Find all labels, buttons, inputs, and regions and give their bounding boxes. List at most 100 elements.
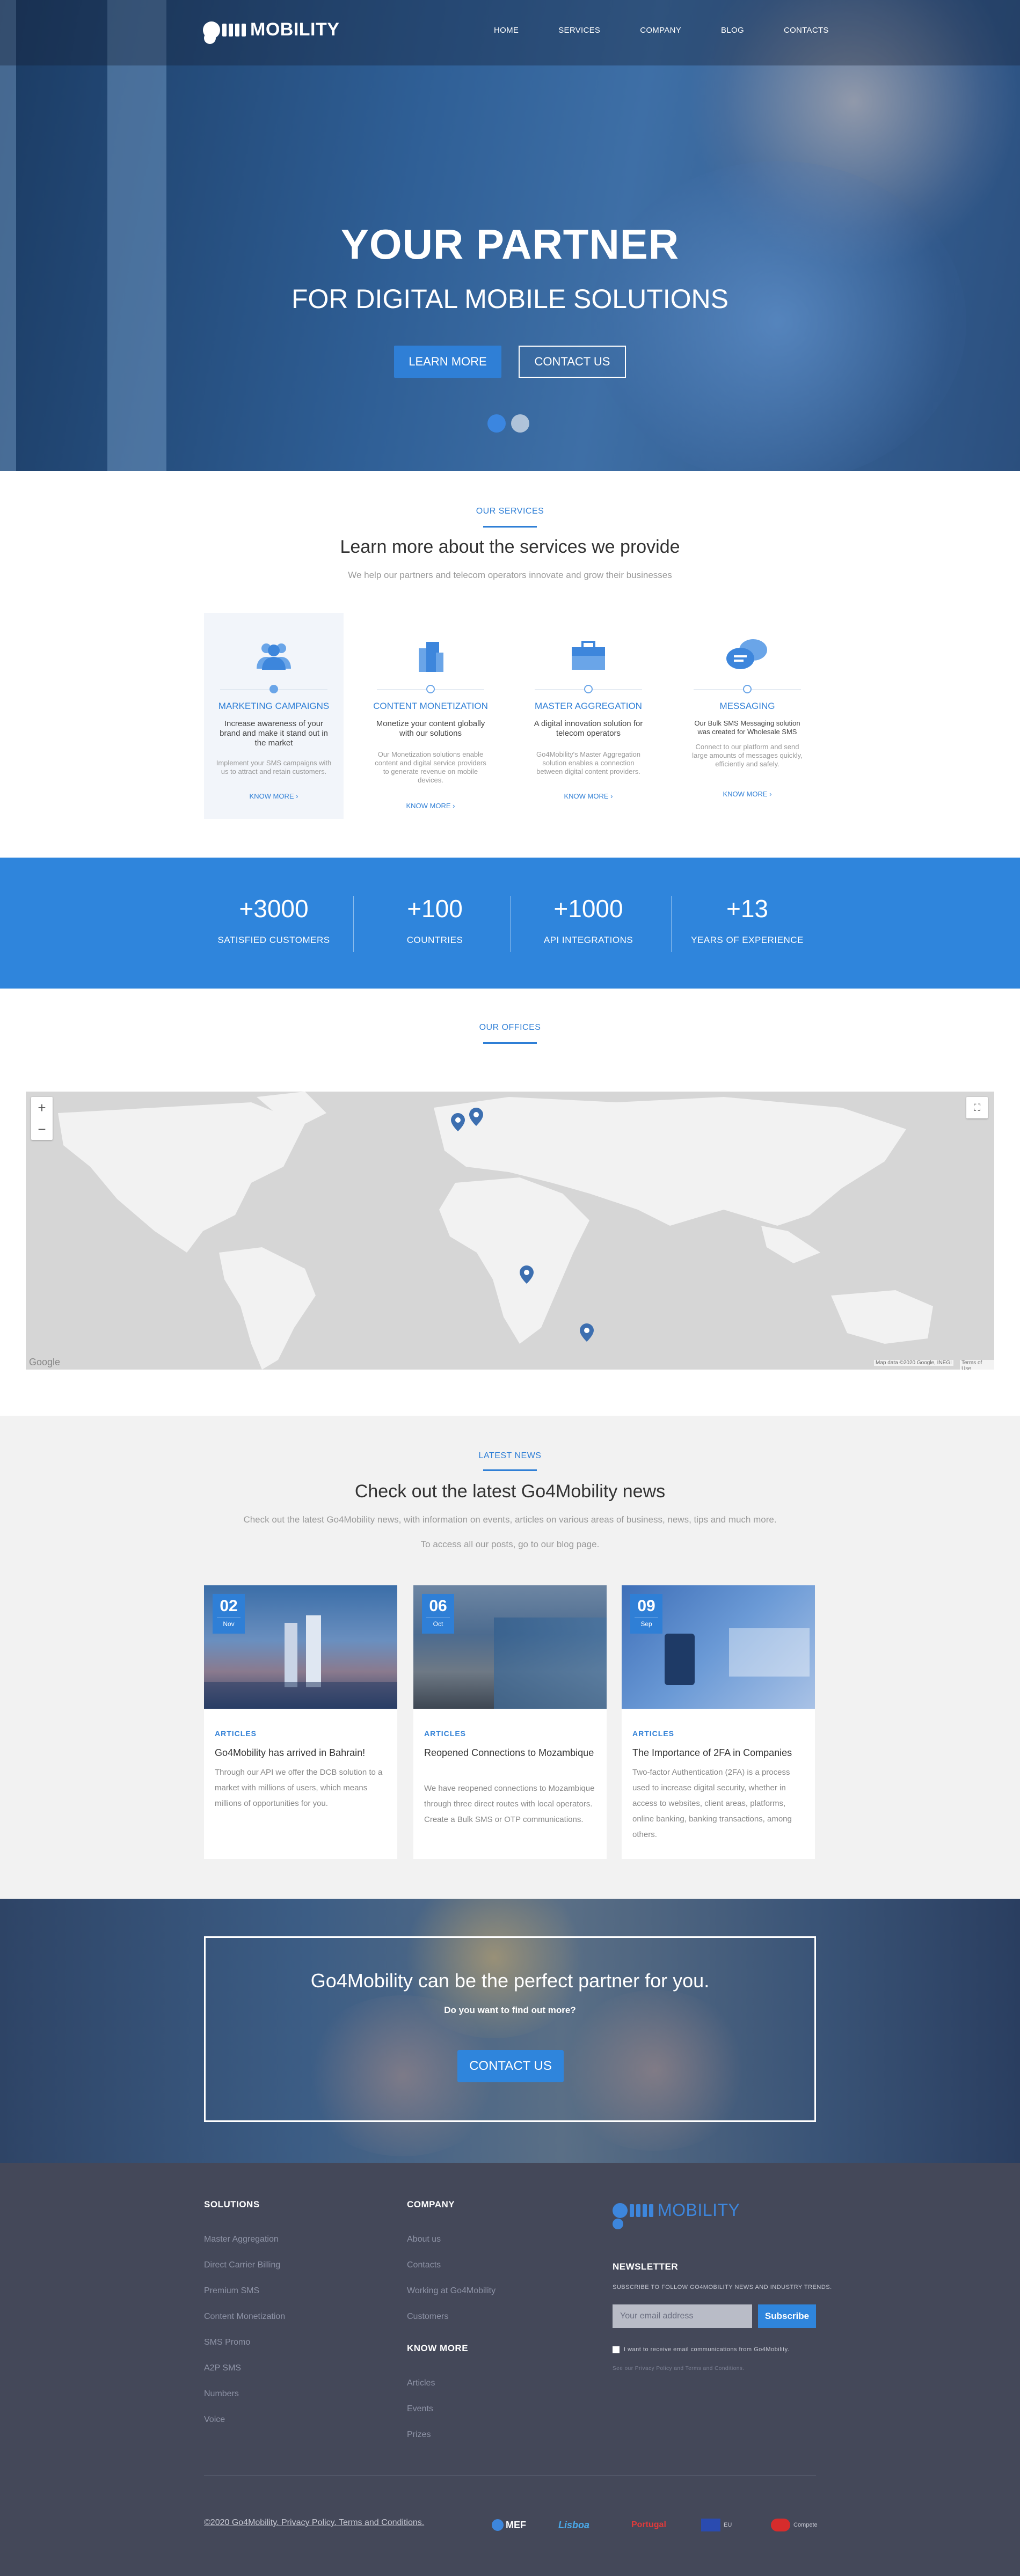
news-card-title[interactable]: Go4Mobility has arrived in Bahrain! <box>215 1745 387 1760</box>
footer-link[interactable]: Voice <box>204 2415 225 2425</box>
newsletter-heading: NEWSLETTER <box>613 2262 679 2272</box>
partner-logo-compete: Compete <box>771 2517 818 2533</box>
service-card-aggregation[interactable]: MASTER AGGREGATION A digital innovation … <box>519 613 658 819</box>
stat-value: +100 <box>407 895 463 923</box>
cta-subtitle: Do you want to find out more? <box>444 2005 576 2015</box>
chat-bubbles-icon <box>677 634 817 677</box>
news-category: ARTICLES <box>215 1729 257 1738</box>
footer-link[interactable]: About us <box>407 2235 441 2244</box>
subscribe-button[interactable]: Subscribe <box>758 2304 816 2328</box>
hero-contact-us-button[interactable]: CONTACT US <box>519 346 626 378</box>
news-date-badge: 02 Nov <box>213 1594 245 1634</box>
stat-divider <box>510 896 511 952</box>
news-card-title[interactable]: The Importance of 2FA in Companies <box>632 1745 804 1760</box>
service-description: Increase awareness of your brand and mak… <box>220 719 328 748</box>
news-title: Check out the latest Go4Mobility news <box>354 1481 666 1502</box>
hero-title: YOUR PARTNER <box>340 221 680 268</box>
news-excerpt: Two-factor Authentication (2FA) is a pro… <box>632 1768 792 1839</box>
map-pin-icon[interactable] <box>580 1323 594 1342</box>
hero-slider-dots <box>487 414 529 433</box>
cta-contact-us-button[interactable]: CONTACT US <box>457 2050 564 2082</box>
news-category: ARTICLES <box>632 1729 674 1738</box>
nav-blog[interactable]: BLOG <box>721 26 744 35</box>
footer-link[interactable]: Working at Go4Mobility <box>407 2286 496 2296</box>
map-pin-icon[interactable] <box>451 1113 465 1131</box>
learn-more-button[interactable]: LEARN MORE <box>394 346 501 378</box>
slider-dot-1[interactable] <box>487 414 506 433</box>
footer-link[interactable]: Articles <box>407 2379 435 2388</box>
map-pin-icon[interactable] <box>469 1108 483 1126</box>
hero-background-glow <box>591 161 966 471</box>
news-card[interactable]: 02 Nov ARTICLES Go4Mobility has arrived i… <box>204 1585 397 1859</box>
map-terms-link[interactable]: Terms of Use <box>960 1360 994 1370</box>
footer-company-heading: COMPANY <box>407 2199 455 2209</box>
footer-link[interactable]: Prizes <box>407 2430 431 2440</box>
nav-company[interactable]: COMPANY <box>640 26 681 35</box>
people-icon <box>204 634 344 677</box>
service-dot-icon <box>426 685 435 693</box>
footer-know-more-heading: KNOW MORE <box>407 2343 469 2353</box>
service-dot-icon <box>584 685 593 693</box>
news-blog-hint: To access all our posts, go to our blog … <box>420 1539 600 1549</box>
news-card[interactable]: 06 Oct ARTICLES Reopened Connections to M… <box>413 1585 607 1859</box>
footer-link[interactable]: Contacts <box>407 2260 441 2270</box>
news-category: ARTICLES <box>424 1729 466 1738</box>
footer-link[interactable]: Direct Carrier Billing <box>204 2260 280 2270</box>
service-know-more-link[interactable]: KNOW MORE › <box>204 792 344 800</box>
footer-link[interactable]: Premium SMS <box>204 2286 259 2296</box>
zoom-in-button[interactable]: + <box>38 1097 46 1118</box>
service-card-marketing[interactable]: MARKETING CAMPAIGNS Increase awareness o… <box>204 613 344 819</box>
service-detail: Our Monetization solutions enable conten… <box>375 750 486 784</box>
stat-divider <box>353 896 354 952</box>
stat-value: +3000 <box>239 895 309 923</box>
service-card-monetization[interactable]: CONTENT MONETIZATION Monetize your conte… <box>361 613 500 819</box>
news-card[interactable]: 09 Sep ARTICLES The Importance of 2FA in … <box>622 1585 815 1859</box>
service-card-messaging[interactable]: MESSAGING Our Bulk SMS Messaging solutio… <box>677 613 817 819</box>
zoom-out-button[interactable]: − <box>38 1118 46 1140</box>
service-detail: Connect to our platform and send large a… <box>692 743 803 768</box>
privacy-note[interactable]: See our Privacy Policy and Terms and Con… <box>613 2366 745 2372</box>
footer-link[interactable]: SMS Promo <box>204 2338 250 2347</box>
service-know-more-link[interactable]: KNOW MORE › <box>519 792 658 800</box>
newsletter-subtitle: SUBSCRIBE TO FOLLOW GO4MOBILITY NEWS AND… <box>613 2284 832 2290</box>
stat-divider <box>671 896 672 952</box>
newsletter-email-input[interactable] <box>613 2304 752 2328</box>
footer-link[interactable]: Content Monetization <box>204 2312 285 2322</box>
footer-link[interactable]: A2P SMS <box>204 2363 241 2373</box>
service-description: Our Bulk SMS Messaging solution was crea… <box>694 719 800 736</box>
map-zoom-controls: + − <box>31 1097 53 1140</box>
logo-text: MOBILITY <box>250 19 340 40</box>
service-detail: Go4Mobility's Master Aggregation solutio… <box>536 750 640 775</box>
service-title: MESSAGING <box>719 701 775 711</box>
building-icon <box>361 634 500 677</box>
copyright-links[interactable]: ©2020 Go4Mobility. Privacy Policy. Terms… <box>204 2518 424 2528</box>
partner-logo-eu: EU <box>701 2517 732 2533</box>
footer-link[interactable]: Events <box>407 2404 433 2414</box>
services-section-tag: OUR SERVICES <box>476 507 544 516</box>
service-title: MASTER AGGREGATION <box>535 701 642 711</box>
services-tag-underline <box>483 526 537 528</box>
nav-contacts[interactable]: CONTACTS <box>784 26 829 35</box>
service-know-more-link[interactable]: KNOW MORE › <box>361 802 500 810</box>
footer-link[interactable]: Numbers <box>204 2389 239 2399</box>
footer-link[interactable]: Customers <box>407 2312 448 2322</box>
service-know-more-link[interactable]: KNOW MORE › <box>677 790 817 798</box>
nav-services[interactable]: SERVICES <box>558 26 600 35</box>
offices-map[interactable]: + − ⛶ Google Map data ©2020 Google, INEG… <box>26 1092 994 1370</box>
fullscreen-icon[interactable]: ⛶ <box>966 1097 988 1118</box>
service-detail: Implement your SMS campaigns with us to … <box>216 759 332 775</box>
nav-home[interactable]: HOME <box>494 26 519 35</box>
stat-years: +13 YEARS OF EXPERIENCE <box>677 894 817 946</box>
news-subtitle: Check out the latest Go4Mobility news, w… <box>243 1514 777 1525</box>
news-card-title[interactable]: Reopened Connections to Mozambique <box>424 1745 596 1760</box>
hero-subtitle: FOR DIGITAL MOBILE SOLUTIONS <box>291 284 728 314</box>
service-title: CONTENT MONETIZATION <box>373 701 488 711</box>
slider-dot-2[interactable] <box>511 414 529 433</box>
consent-checkbox[interactable] <box>613 2346 620 2353</box>
footer-link[interactable]: Master Aggregation <box>204 2235 279 2244</box>
map-pin-icon[interactable] <box>520 1265 534 1284</box>
google-logo: Google <box>29 1357 61 1367</box>
service-dot-icon <box>269 685 278 693</box>
footer-logo[interactable]: MOBILITY <box>613 2200 740 2220</box>
header-logo[interactable]: MOBILITY <box>203 19 339 40</box>
